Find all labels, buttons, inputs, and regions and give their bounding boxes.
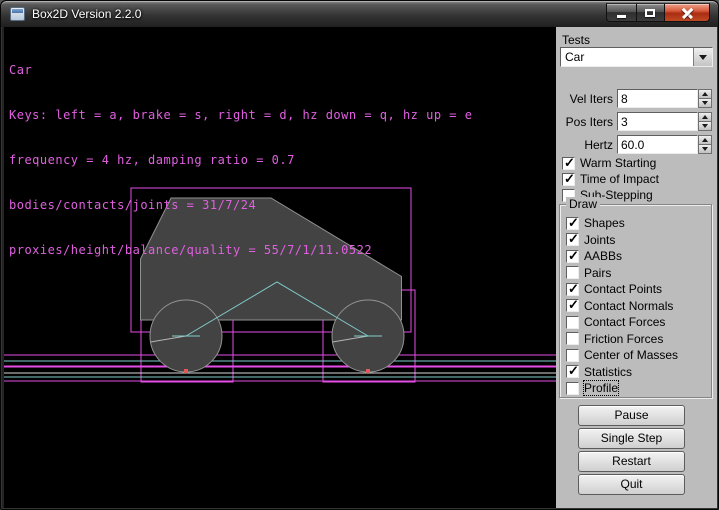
checkbox-label: AABBs xyxy=(584,249,622,263)
pos-iters-stepper xyxy=(698,112,712,131)
checkbox-box xyxy=(562,157,575,170)
checkbox-box xyxy=(566,250,579,263)
checkbox-label: Friction Forces xyxy=(584,332,663,346)
hertz-row: Hertz 60.0 xyxy=(556,135,714,154)
draw-group-title: Draw xyxy=(566,197,600,211)
debug-text-line: proxies/height/balance/quality = 55/7/1/… xyxy=(9,243,472,258)
checkbox-pairs[interactable]: Pairs xyxy=(566,265,678,281)
app-icon xyxy=(10,7,25,21)
quit-button[interactable]: Quit xyxy=(578,474,685,495)
checkbox-label: Center of Masses xyxy=(584,348,678,362)
close-icon xyxy=(682,8,693,19)
debug-text-line: Car xyxy=(9,63,472,78)
chevron-down-icon xyxy=(699,55,707,60)
checkbox-label: Statistics xyxy=(584,365,632,379)
checkbox-label: Time of Impact xyxy=(580,172,659,186)
checkbox-center-of-masses[interactable]: Center of Masses xyxy=(566,347,678,363)
maximize-button[interactable] xyxy=(636,3,664,22)
window-title: Box2D Version 2.2.0 xyxy=(32,7,141,21)
single-step-button[interactable]: Single Step xyxy=(578,428,685,449)
arrow-down-icon xyxy=(702,124,708,128)
checkbox-box xyxy=(566,365,579,378)
checkbox-statistics[interactable]: Statistics xyxy=(566,364,678,380)
right-contact-point xyxy=(366,369,370,373)
arrow-up-icon xyxy=(702,138,708,142)
checkbox-label: Contact Points xyxy=(584,282,662,296)
checkbox-profile[interactable]: Profile xyxy=(566,380,678,396)
checkbox-contact-points[interactable]: Contact Points xyxy=(566,281,678,297)
checkbox-box xyxy=(566,299,579,312)
vel-iters-input[interactable]: 8 xyxy=(617,89,698,108)
minimize-icon xyxy=(617,15,626,18)
draw-group: Draw Shapes Joints AABBs xyxy=(559,204,712,398)
maximize-icon xyxy=(645,9,655,17)
control-panel: Tests Car Vel Iters 8 Pos Iters 3 xyxy=(556,27,717,508)
checkbox-aabbs[interactable]: AABBs xyxy=(566,248,678,264)
window-content: Car Keys: left = a, brake = s, right = d… xyxy=(4,27,717,508)
debug-text-line: frequency = 4 hz, damping ratio = 0.7 xyxy=(9,153,472,168)
debug-text-line: bodies/contacts/joints = 31/7/24 xyxy=(9,198,472,213)
caption-buttons xyxy=(606,3,710,22)
checkbox-label: Contact Forces xyxy=(584,315,665,329)
checkbox-friction-forces[interactable]: Friction Forces xyxy=(566,331,678,347)
draw-group-items: Shapes Joints AABBs Pairs xyxy=(566,215,678,397)
test-select-value: Car xyxy=(565,50,584,64)
checkbox-label: Shapes xyxy=(584,216,625,230)
checkbox-time-of-impact[interactable]: Time of Impact xyxy=(562,171,659,187)
checkbox-box xyxy=(566,233,579,246)
arrow-up-icon xyxy=(702,92,708,96)
checkbox-label: Warm Starting xyxy=(580,156,656,170)
checkbox-box xyxy=(566,382,579,395)
checkbox-box xyxy=(566,349,579,362)
hertz-stepper xyxy=(698,135,712,154)
close-button[interactable] xyxy=(664,3,710,22)
debug-text: Car Keys: left = a, brake = s, right = d… xyxy=(9,33,472,288)
left-contact-point xyxy=(184,369,188,373)
checkbox-box xyxy=(566,316,579,329)
checkbox-contact-forces[interactable]: Contact Forces xyxy=(566,314,678,330)
checkbox-label: Pairs xyxy=(584,266,611,280)
restart-button[interactable]: Restart xyxy=(578,451,685,472)
pause-button[interactable]: Pause xyxy=(578,405,685,426)
vel-iters-label: Vel Iters xyxy=(556,92,613,106)
tests-label: Tests xyxy=(562,33,590,47)
checkbox-warm-starting[interactable]: Warm Starting xyxy=(562,155,656,171)
spinner-down-button[interactable] xyxy=(698,144,712,154)
checkbox-label: Joints xyxy=(584,233,615,247)
checkbox-contact-normals[interactable]: Contact Normals xyxy=(566,298,678,314)
checkbox-box xyxy=(566,217,579,230)
vel-iters-stepper xyxy=(698,89,712,108)
ground-edges xyxy=(4,361,556,377)
spinner-down-button[interactable] xyxy=(698,98,712,108)
ground-aabb-lower xyxy=(4,367,556,381)
pos-iters-input[interactable]: 3 xyxy=(617,112,698,131)
spinner-down-button[interactable] xyxy=(698,121,712,131)
app-window: Box2D Version 2.2.0 xyxy=(0,0,719,510)
checkbox-box xyxy=(566,283,579,296)
checkbox-shapes[interactable]: Shapes xyxy=(566,215,678,231)
simulation-viewport[interactable]: Car Keys: left = a, brake = s, right = d… xyxy=(4,27,556,508)
arrow-up-icon xyxy=(702,115,708,119)
debug-text-line: Keys: left = a, brake = s, right = d, hz… xyxy=(9,108,472,123)
checkbox-box xyxy=(562,173,575,186)
checkbox-box xyxy=(566,266,579,279)
checkbox-label: Contact Normals xyxy=(584,299,673,313)
dropdown-button[interactable] xyxy=(693,48,712,66)
title-bar[interactable]: Box2D Version 2.2.0 xyxy=(1,1,718,27)
pos-iters-label: Pos Iters xyxy=(556,115,613,129)
arrow-down-icon xyxy=(702,147,708,151)
hertz-input[interactable]: 60.0 xyxy=(617,135,698,154)
hertz-label: Hertz xyxy=(556,138,613,152)
checkbox-joints[interactable]: Joints xyxy=(566,232,678,248)
pos-iters-row: Pos Iters 3 xyxy=(556,112,714,131)
arrow-down-icon xyxy=(702,101,708,105)
test-select-dropdown[interactable]: Car xyxy=(560,47,713,67)
checkbox-label: Profile xyxy=(584,381,618,395)
checkbox-box xyxy=(566,332,579,345)
vel-iters-row: Vel Iters 8 xyxy=(556,89,714,108)
minimize-button[interactable] xyxy=(606,3,636,22)
